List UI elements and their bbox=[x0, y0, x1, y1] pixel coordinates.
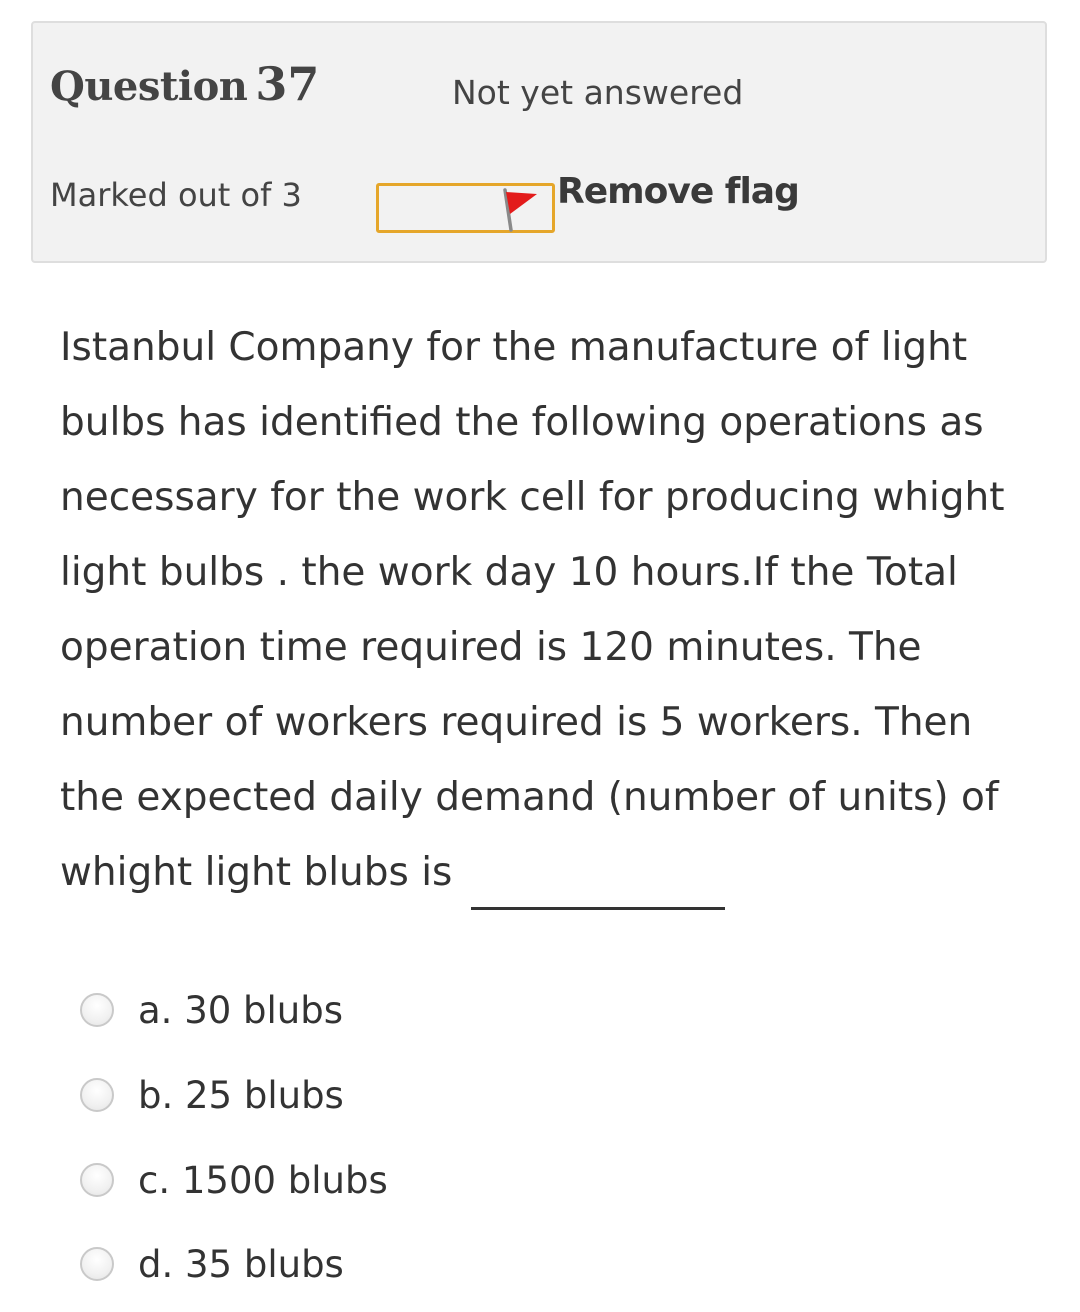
question-title: Question 37 bbox=[50, 57, 319, 111]
flag-icon[interactable] bbox=[497, 186, 557, 234]
radio-button-a[interactable] bbox=[80, 993, 114, 1027]
answer-option-c[interactable]: c. 1500 blubs bbox=[80, 1150, 388, 1210]
remove-flag-link[interactable]: Remove flag bbox=[557, 171, 800, 212]
answer-option-d[interactable]: d. 35 blubs bbox=[80, 1234, 344, 1294]
question-text: Istanbul Company for the manufacture of … bbox=[60, 310, 1050, 910]
question-last-line: whight light blubs is bbox=[60, 835, 1050, 910]
radio-button-c[interactable] bbox=[80, 1163, 114, 1197]
question-info-panel: Question 37 Not yet answered Marked out o… bbox=[31, 21, 1047, 263]
question-grade: Marked out of 3 bbox=[50, 176, 302, 214]
question-number: 37 bbox=[255, 57, 320, 111]
question-word: Question bbox=[50, 63, 248, 110]
question-line: Istanbul Company for the manufacture of … bbox=[60, 325, 968, 370]
answer-blank bbox=[470, 849, 725, 910]
question-line: operation time required is 120 minutes. … bbox=[60, 625, 922, 670]
radio-button-d[interactable] bbox=[80, 1247, 114, 1281]
answer-label-a[interactable]: a. 30 blubs bbox=[138, 989, 343, 1032]
radio-button-b[interactable] bbox=[80, 1078, 114, 1112]
answer-label-c[interactable]: c. 1500 blubs bbox=[138, 1159, 388, 1202]
answer-option-b[interactable]: b. 25 blubs bbox=[80, 1065, 344, 1125]
question-state: Not yet answered bbox=[452, 73, 744, 112]
answer-label-d[interactable]: d. 35 blubs bbox=[138, 1243, 344, 1286]
answer-option-a[interactable]: a. 30 blubs bbox=[80, 980, 343, 1040]
question-line: number of workers required is 5 workers.… bbox=[60, 700, 973, 745]
question-line: the expected daily demand (number of uni… bbox=[60, 775, 999, 820]
question-line: whight light blubs is bbox=[60, 850, 453, 895]
question-line: bulbs has identified the following opera… bbox=[60, 400, 984, 445]
answer-label-b[interactable]: b. 25 blubs bbox=[138, 1074, 344, 1117]
question-line: necessary for the work cell for producin… bbox=[60, 475, 1005, 520]
question-line: light bulbs . the work day 10 hours.If t… bbox=[60, 550, 958, 595]
